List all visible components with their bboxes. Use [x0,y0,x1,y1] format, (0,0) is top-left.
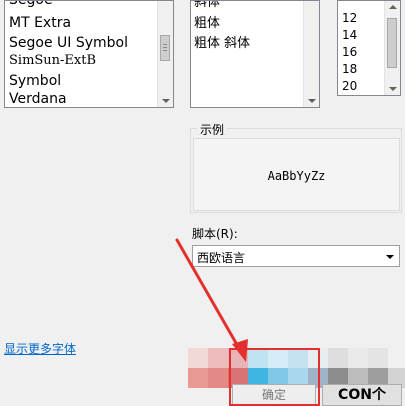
arrow-shaft [175,238,242,352]
annotation-arrow-icon [175,238,248,362]
